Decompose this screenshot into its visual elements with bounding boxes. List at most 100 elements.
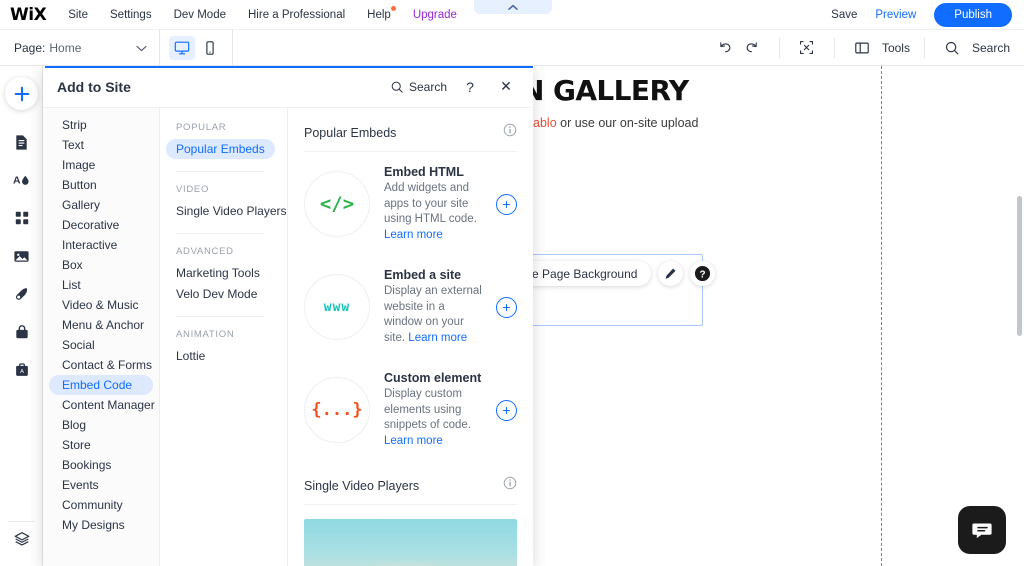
section-title: Single Video Players [304, 479, 419, 493]
save-button[interactable]: Save [831, 9, 857, 21]
history-group [699, 38, 779, 58]
embed-item-embed-a-site[interactable]: www Embed a site Display an external web… [304, 255, 517, 358]
preview-button[interactable]: Preview [875, 9, 916, 21]
sidebar-item-apps[interactable] [0, 199, 43, 237]
publish-button[interactable]: Publish [934, 3, 1012, 27]
panel-close-button[interactable]: ✕ [493, 74, 519, 100]
embed-a-site-learn-more-link[interactable]: Learn more [408, 332, 467, 344]
panel-help-button[interactable]: ? [457, 74, 483, 100]
question-mark-icon: ? [694, 265, 711, 282]
add-embed-html-button[interactable]: + [496, 194, 517, 215]
category-decorative[interactable]: Decorative [49, 215, 153, 235]
embed-html-text: Embed HTML Add widgets and apps to your … [384, 165, 486, 243]
category-bookings[interactable]: Bookings [49, 455, 153, 475]
category-menu-anchor[interactable]: Menu & Anchor [49, 315, 153, 335]
menu-item-help[interactable]: Help [367, 9, 391, 21]
panel-title: Add to Site [57, 79, 131, 95]
category-box[interactable]: Box [49, 255, 153, 275]
category-list[interactable]: List [49, 275, 153, 295]
embed-item-custom-element[interactable]: {...} Custom element Display custom elem… [304, 358, 517, 461]
mobile-view-button[interactable] [197, 36, 223, 60]
edit-pencil-button[interactable] [658, 261, 683, 286]
sidebar-item-blog[interactable] [0, 275, 43, 313]
category-image[interactable]: Image [49, 155, 153, 175]
info-icon[interactable] [503, 476, 517, 495]
add-custom-element-button[interactable]: + [496, 400, 517, 421]
category-gallery[interactable]: Gallery [49, 195, 153, 215]
category-embed-code[interactable]: Embed Code [49, 375, 153, 395]
menu-item-dev-mode[interactable]: Dev Mode [174, 9, 226, 21]
desktop-view-button[interactable] [169, 36, 195, 60]
sidebar-item-business[interactable]: A [0, 351, 43, 389]
custom-element-learn-more-link[interactable]: Learn more [384, 435, 443, 447]
svg-text:A: A [20, 369, 24, 375]
collapse-editor-tab[interactable] [474, 0, 552, 14]
page-selector-label: Page: [14, 41, 45, 55]
tools-label: Tools [882, 41, 910, 55]
panel-header-actions: Search ? ✕ [390, 74, 519, 100]
category-video-music[interactable]: Video & Music [49, 295, 153, 315]
section-header-popular-embeds: Popular Embeds [304, 108, 517, 152]
mobile-icon [202, 40, 218, 56]
sidebar-item-media[interactable] [0, 237, 43, 275]
business-icon: A [14, 362, 30, 378]
tools-group[interactable]: Tools [834, 38, 924, 58]
subgroup-title-animation: ANIMATION [176, 329, 287, 340]
chat-support-button[interactable] [958, 506, 1006, 554]
page-background-help-button[interactable]: ? [690, 261, 715, 286]
view-mode-switcher [160, 30, 233, 65]
search-icon-wrap [939, 36, 965, 60]
page-selector[interactable]: Page: Home [0, 30, 160, 65]
category-strip[interactable]: Strip [49, 115, 153, 135]
menu-item-settings[interactable]: Settings [110, 9, 152, 21]
toolbar-right-actions: Tools Search [699, 30, 1024, 65]
menu-item-upgrade[interactable]: Upgrade [413, 9, 457, 21]
redo-button[interactable] [739, 36, 765, 60]
category-community[interactable]: Community [49, 495, 153, 515]
menu-item-site[interactable]: Site [68, 9, 88, 21]
subgroup-title-advanced: ADVANCED [176, 246, 287, 257]
pencil-icon [664, 267, 677, 280]
sidebar-item-site-design[interactable]: A [0, 161, 43, 199]
sidebar-item-pages[interactable] [0, 123, 43, 161]
subitem-single-video-players[interactable]: Single Video Players [166, 201, 288, 221]
category-store[interactable]: Store [49, 435, 153, 455]
category-contact-forms[interactable]: Contact & Forms [49, 355, 153, 375]
subitem-lottie[interactable]: Lottie [166, 346, 215, 366]
subitem-marketing-tools[interactable]: Marketing Tools [166, 263, 270, 283]
video-thumbnail[interactable] [304, 519, 517, 566]
subitem-popular-embeds[interactable]: Popular Embeds [166, 139, 275, 159]
embed-html-learn-more-link[interactable]: Learn more [384, 229, 443, 241]
category-events[interactable]: Events [49, 475, 153, 495]
category-content-manager[interactable]: Content Manager [49, 395, 153, 415]
canvas-guide-line [881, 66, 882, 566]
layers-icon [13, 530, 31, 548]
wix-logo[interactable]: WiX [10, 5, 46, 25]
category-interactive[interactable]: Interactive [49, 235, 153, 255]
add-elements-button[interactable] [5, 77, 38, 110]
zoom-out-button[interactable] [794, 36, 820, 60]
category-my-designs[interactable]: My Designs [49, 515, 153, 535]
sidebar-item-store[interactable] [0, 313, 43, 351]
subgroup-title-video: VIDEO [176, 184, 287, 195]
embed-item-embed-html[interactable]: </> Embed HTML Add widgets and apps to y… [304, 152, 517, 255]
custom-element-description: Display custom elements using snippets o… [384, 387, 486, 449]
canvas-scrollbar[interactable] [1017, 196, 1022, 336]
panel-search-button[interactable]: Search [390, 80, 447, 94]
add-embed-a-site-button[interactable]: + [496, 297, 517, 318]
search-group[interactable]: Search [924, 38, 1024, 58]
chat-bubble-icon [970, 518, 994, 542]
tools-icon-wrap [849, 36, 875, 60]
info-icon[interactable] [503, 123, 517, 142]
category-text[interactable]: Text [49, 135, 153, 155]
undo-button[interactable] [713, 36, 739, 60]
menu-item-hire-a-professional[interactable]: Hire a Professional [248, 9, 345, 21]
embed-a-site-icon: www [304, 274, 370, 340]
subitem-velo-dev-mode[interactable]: Velo Dev Mode [166, 284, 267, 304]
add-to-site-panel: Add to Site Search ? ✕ Strip Text Image [43, 66, 533, 566]
category-blog[interactable]: Blog [49, 415, 153, 435]
category-button[interactable]: Button [49, 175, 153, 195]
pages-icon [13, 134, 30, 151]
sidebar-item-layers[interactable] [0, 520, 43, 558]
category-social[interactable]: Social [49, 335, 153, 355]
